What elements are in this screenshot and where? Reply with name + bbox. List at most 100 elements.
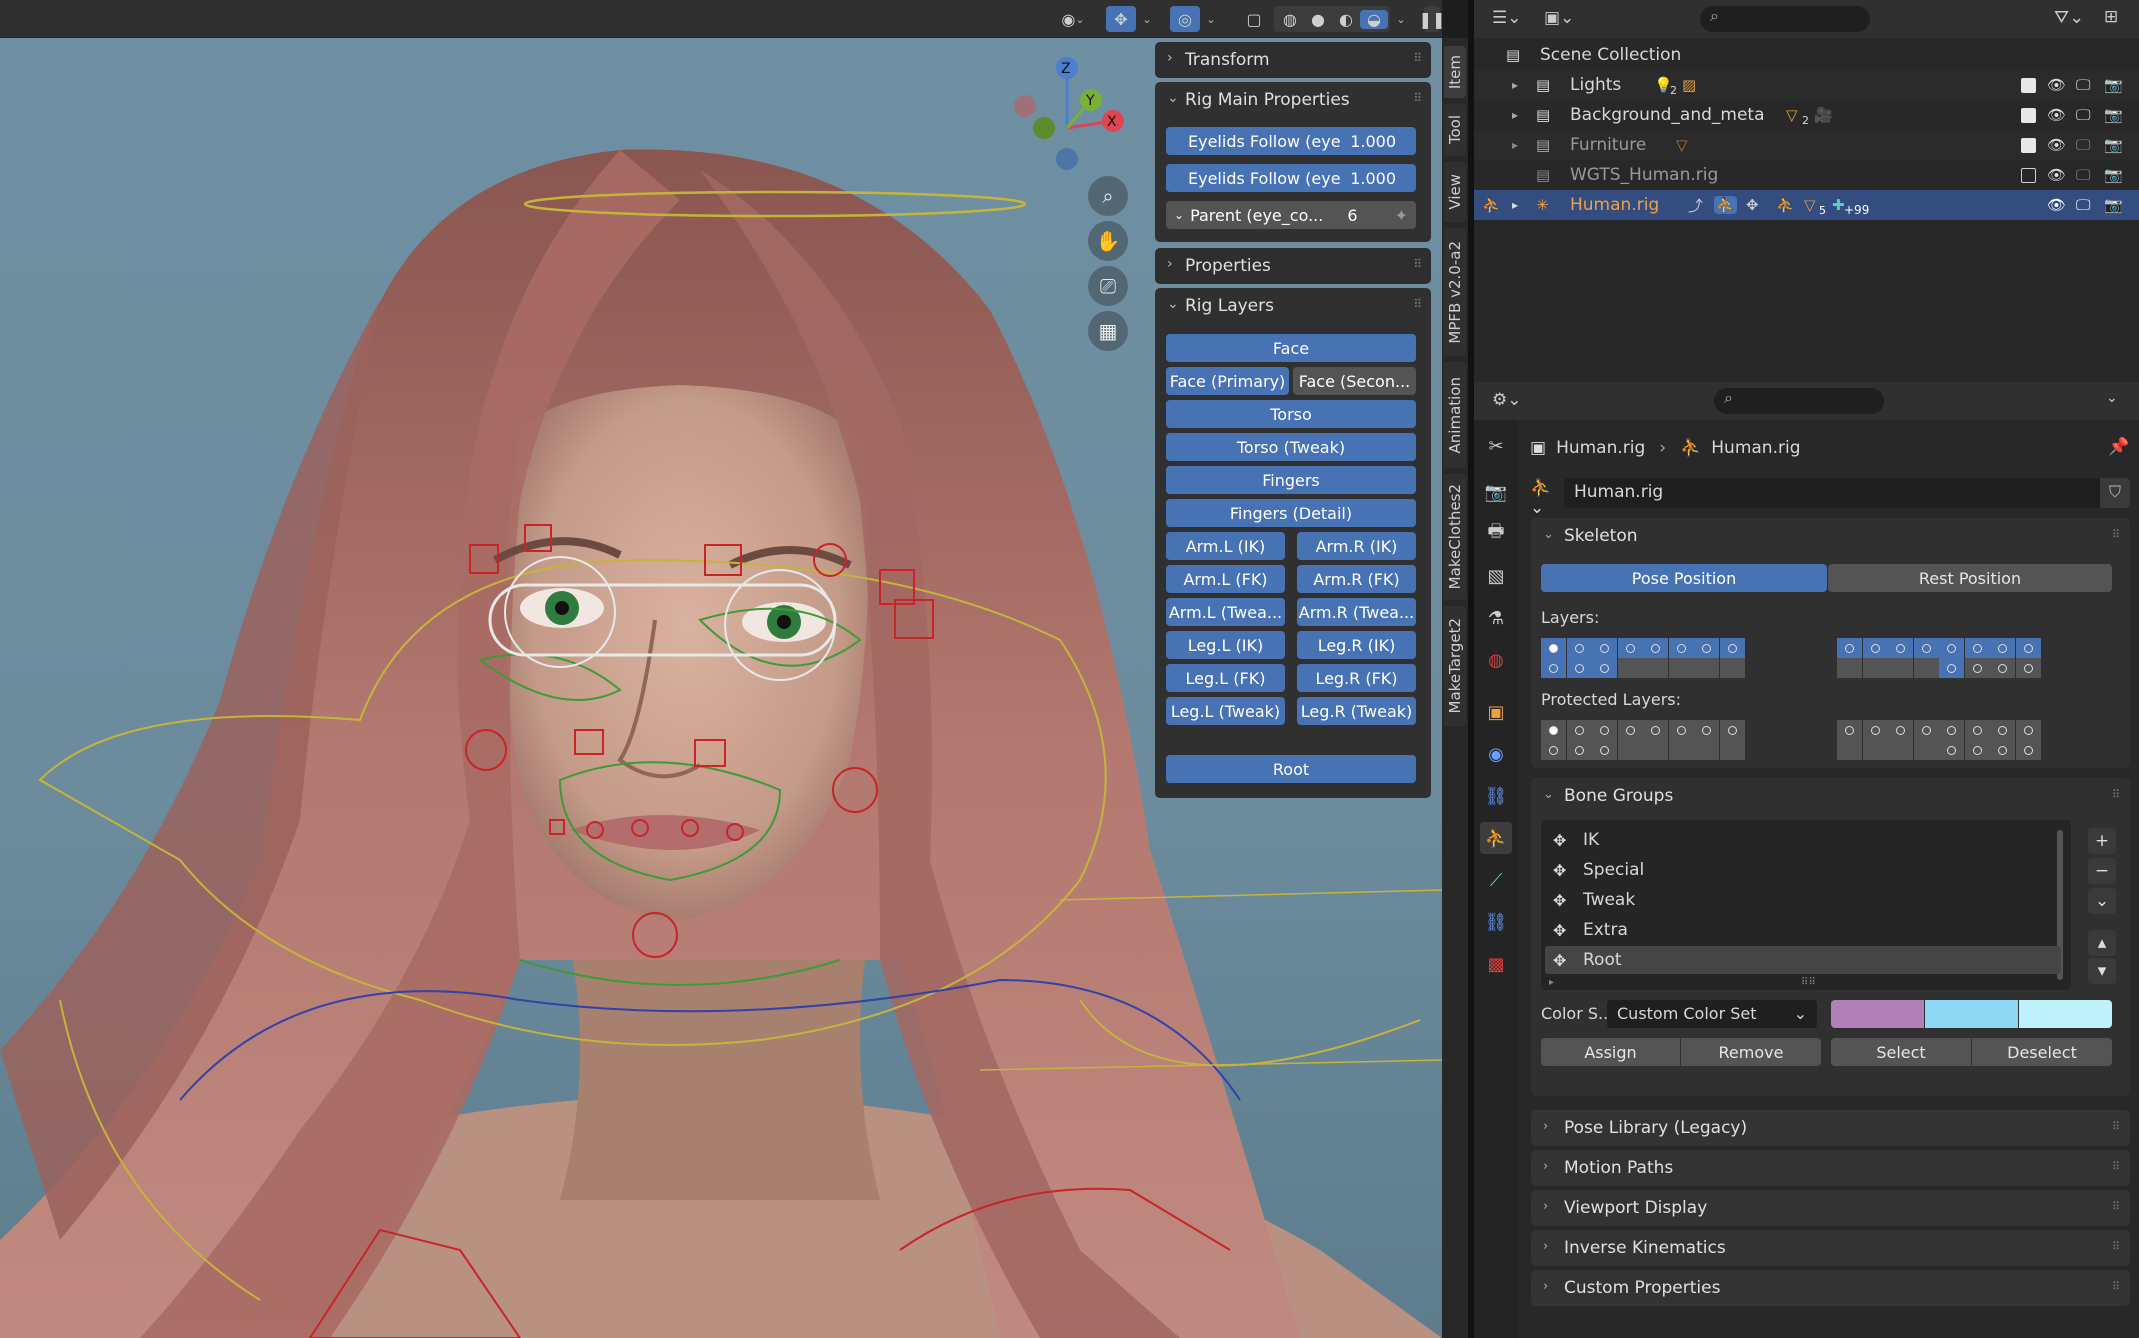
layer-toggle[interactable]	[1888, 638, 1913, 658]
breadcrumb-object[interactable]: Human.rig	[1556, 438, 1645, 458]
normal-color-swatch[interactable]	[1831, 1000, 1924, 1028]
drag-grip-icon[interactable]: ⠿	[1413, 91, 1422, 105]
pose-library-section[interactable]: › Pose Library (Legacy) ⠿	[1531, 1110, 2130, 1146]
tab-makeclothes2[interactable]: MakeClothes2	[1444, 474, 1466, 600]
select-button[interactable]: Select	[1831, 1038, 1971, 1066]
layer-toggle[interactable]	[1913, 658, 1939, 678]
layer-toggle[interactable]	[1541, 720, 1566, 740]
layer-leg-l-ik-button[interactable]: Leg.L (IK)	[1166, 631, 1285, 659]
drag-grip-icon[interactable]: ⠿	[2112, 528, 2120, 541]
layer-fingers-button[interactable]: Fingers	[1166, 466, 1416, 494]
list-filter-arrow-icon[interactable]: ▸	[1549, 977, 1554, 988]
move-down-arrow-icon[interactable]: ▾	[2088, 958, 2116, 984]
bone-constraints-icon[interactable]: ⛓	[1480, 906, 1512, 938]
armature-browse-icon[interactable]: ⛹⌄	[1530, 478, 1564, 518]
layer-toggle[interactable]	[1541, 658, 1566, 678]
layer-toggle[interactable]	[1668, 740, 1694, 760]
parent-eye-control-field[interactable]: ⌄ Parent (eye_co... 6 ✦	[1166, 201, 1416, 229]
fake-user-shield-icon[interactable]: ⛉	[2100, 478, 2130, 508]
layer-toggle[interactable]	[1566, 740, 1592, 760]
layer-toggle[interactable]	[1541, 740, 1566, 760]
layer-toggle[interactable]	[1643, 658, 1668, 678]
bone-group-item[interactable]: ✥ IK	[1545, 826, 2061, 854]
drag-grip-icon[interactable]: ⠿	[2112, 1240, 2120, 1253]
solid-shading-icon[interactable]: ●	[1304, 10, 1332, 29]
layer-toggle[interactable]	[1592, 658, 1617, 678]
layer-toggle[interactable]	[1643, 638, 1668, 658]
bone-group-item[interactable]: ✥ Special	[1545, 856, 2061, 884]
layer-leg-l-tweak-button[interactable]: Leg.L (Tweak)	[1166, 697, 1285, 725]
layer-toggle[interactable]	[1939, 720, 1964, 740]
layer-toggle[interactable]	[1617, 740, 1643, 760]
layer-toggle[interactable]	[1990, 720, 2015, 740]
layer-torso-tweak-button[interactable]: Torso (Tweak)	[1166, 433, 1416, 461]
gizmo-dropdown[interactable]: ⌄	[1138, 6, 1156, 32]
chevron-down-icon[interactable]: ⌄	[2106, 390, 2118, 406]
layer-toggle[interactable]	[1837, 740, 1862, 760]
armature-data-icon[interactable]: ⛹	[1480, 822, 1512, 854]
bone-icon[interactable]: ⟋	[1480, 864, 1512, 896]
shading-dropdown[interactable]: ⌄	[1392, 6, 1410, 32]
monitor-icon[interactable]: 🖵	[2076, 106, 2090, 124]
eye-icon[interactable]: 👁	[2047, 196, 2066, 214]
output-icon[interactable]: 🖶	[1480, 518, 1512, 550]
remove-button[interactable]: Remove	[1681, 1038, 1821, 1066]
layer-toggle[interactable]	[1617, 638, 1643, 658]
layer-toggle[interactable]	[1939, 740, 1964, 760]
specials-menu-chevron-icon[interactable]: ⌄	[2088, 888, 2116, 914]
drag-grip-icon[interactable]: ⠿	[2112, 788, 2120, 801]
pose-mode-icon[interactable]: ⛹	[1482, 196, 1501, 214]
properties-search-input[interactable]: ⌕	[1714, 388, 1884, 414]
drag-grip-icon[interactable]: ⠿	[2112, 1120, 2120, 1133]
breadcrumb-data[interactable]: Human.rig	[1711, 438, 1800, 458]
layer-face-button[interactable]: Face	[1166, 334, 1416, 362]
layer-toggle[interactable]	[1592, 740, 1617, 760]
modifiers-icon[interactable]: ◉	[1480, 738, 1512, 770]
tab-animation[interactable]: Animation	[1444, 362, 1466, 468]
layer-toggle[interactable]	[1566, 720, 1592, 740]
layer-toggle[interactable]	[1913, 720, 1939, 740]
properties-panel-header[interactable]: › Properties ⠿	[1155, 248, 1431, 284]
layer-toggle[interactable]	[1888, 720, 1913, 740]
3d-viewport[interactable]: ◉ ⌄ ✥ ⌄ ◎ ⌄ ▢ ◍ ● ◐ ◒ ⌄ ❚❚ Z X Y ⌕ ✋ ⎚ ▦…	[0, 0, 1442, 1338]
navigation-gizmo[interactable]: Z X Y	[1005, 52, 1140, 177]
layer-toggle[interactable]	[1694, 658, 1719, 678]
layer-toggle[interactable]	[1694, 740, 1719, 760]
rig-main-properties-header[interactable]: ⌄ Rig Main Properties ⠿	[1155, 82, 1431, 118]
layer-arm-l-tweak-button[interactable]: Arm.L (Twea...	[1166, 598, 1285, 626]
layer-toggle[interactable]	[1617, 658, 1643, 678]
visibility-eye-icon[interactable]: ◉ ⌄	[1048, 6, 1098, 32]
bone-group-item[interactable]: ✥ Tweak	[1545, 886, 2061, 914]
layer-fingers-detail-button[interactable]: Fingers (Detail)	[1166, 499, 1416, 527]
layer-toggle[interactable]	[1888, 658, 1913, 678]
layer-toggle[interactable]	[1862, 658, 1888, 678]
layer-toggle[interactable]	[1990, 658, 2015, 678]
layer-toggle[interactable]	[1643, 720, 1668, 740]
layer-toggle[interactable]	[1888, 740, 1913, 760]
layer-toggle[interactable]	[1837, 638, 1862, 658]
armature-name-field[interactable]: Human.rig	[1564, 478, 2100, 508]
object-icon[interactable]: ▣	[1480, 696, 1512, 728]
eyedropper-icon[interactable]: ✦	[1395, 206, 1408, 225]
tool-settings-icon[interactable]: ✂	[1480, 430, 1512, 462]
rig-layers-header[interactable]: ⌄ Rig Layers ⠿	[1155, 288, 1431, 324]
remove-bone-group-button[interactable]: −	[2088, 858, 2116, 884]
layer-toggle[interactable]	[1668, 720, 1694, 740]
view-mode-icon[interactable]: ▣⌄	[1544, 8, 1574, 28]
color-set-dropdown[interactable]: Custom Color Set ⌄	[1607, 1000, 1817, 1028]
camera-icon[interactable]: 📷	[2104, 196, 2123, 214]
layer-toggle[interactable]	[1990, 638, 2015, 658]
layer-face-secondary-button[interactable]: Face (Secon...	[1293, 367, 1416, 395]
camera-icon[interactable]: 📷	[2104, 166, 2123, 184]
outliner-row-human-rig[interactable]: ⛹ ▸ ✳ Human.rig ⤴ ⛹ ✥ ⛹ ▽ 5 ✚ +99 👁 🖵 📷	[1474, 190, 2139, 220]
pin-icon[interactable]: 📌	[2108, 437, 2129, 457]
wireframe-shading-icon[interactable]: ◍	[1276, 10, 1304, 29]
select-color-swatch[interactable]	[1925, 1000, 2018, 1028]
exclude-checkbox[interactable]	[2021, 138, 2036, 153]
layer-leg-r-ik-button[interactable]: Leg.R (IK)	[1297, 631, 1416, 659]
eye-icon[interactable]: 👁	[2047, 106, 2066, 124]
add-bone-group-button[interactable]: +	[2088, 828, 2116, 854]
layer-toggle[interactable]	[1694, 720, 1719, 740]
layer-arm-l-fk-button[interactable]: Arm.L (FK)	[1166, 565, 1285, 593]
tab-view[interactable]: View	[1444, 162, 1466, 222]
